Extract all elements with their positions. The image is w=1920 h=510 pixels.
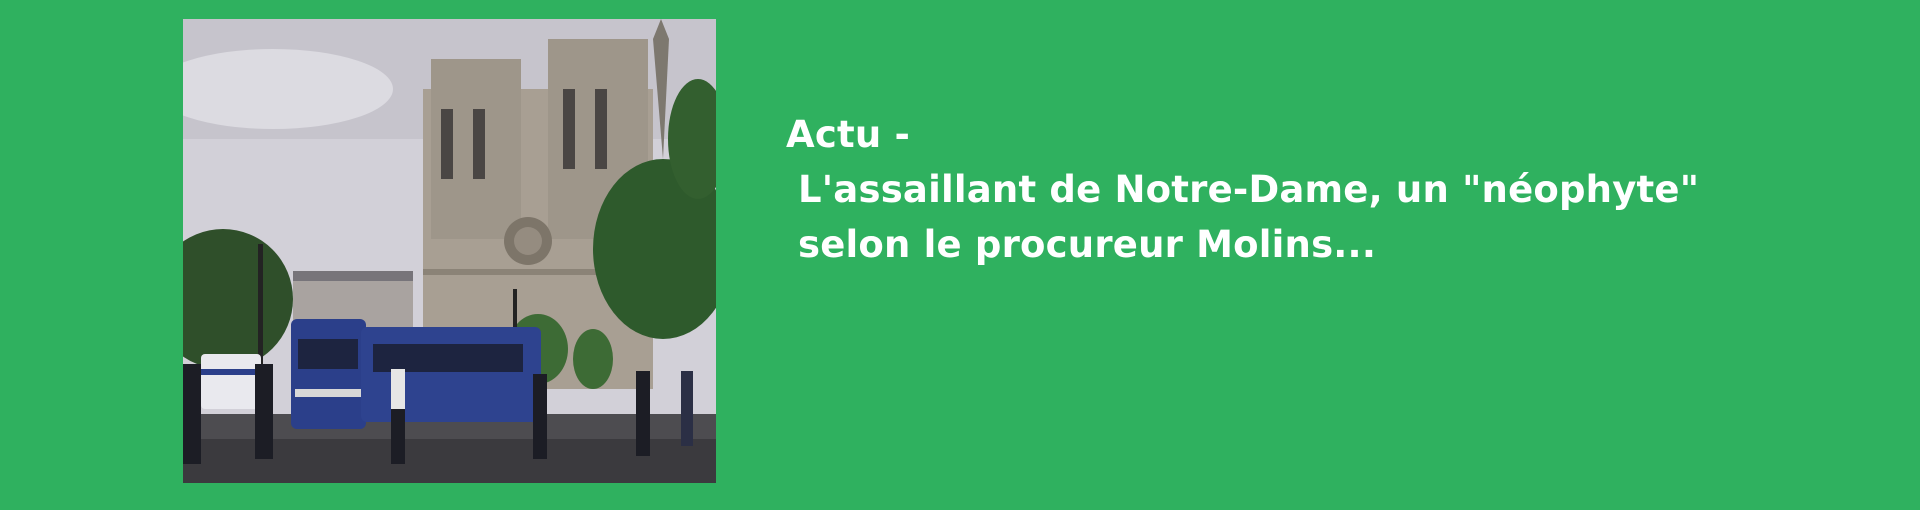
article-headline-line1: L'assaillant de Notre-Dame, un "néophyte…: [798, 168, 1700, 211]
article-category: Actu -: [786, 113, 911, 156]
article-text[interactable]: Actu - L'assaillant de Notre-Dame, un "n…: [786, 107, 1786, 272]
notre-dame-photo: [183, 19, 716, 483]
news-card[interactable]: Actu - L'assaillant de Notre-Dame, un "n…: [0, 0, 1920, 510]
article-headline-line2: selon le procureur Molins...: [798, 223, 1377, 266]
article-photo[interactable]: [183, 19, 716, 483]
